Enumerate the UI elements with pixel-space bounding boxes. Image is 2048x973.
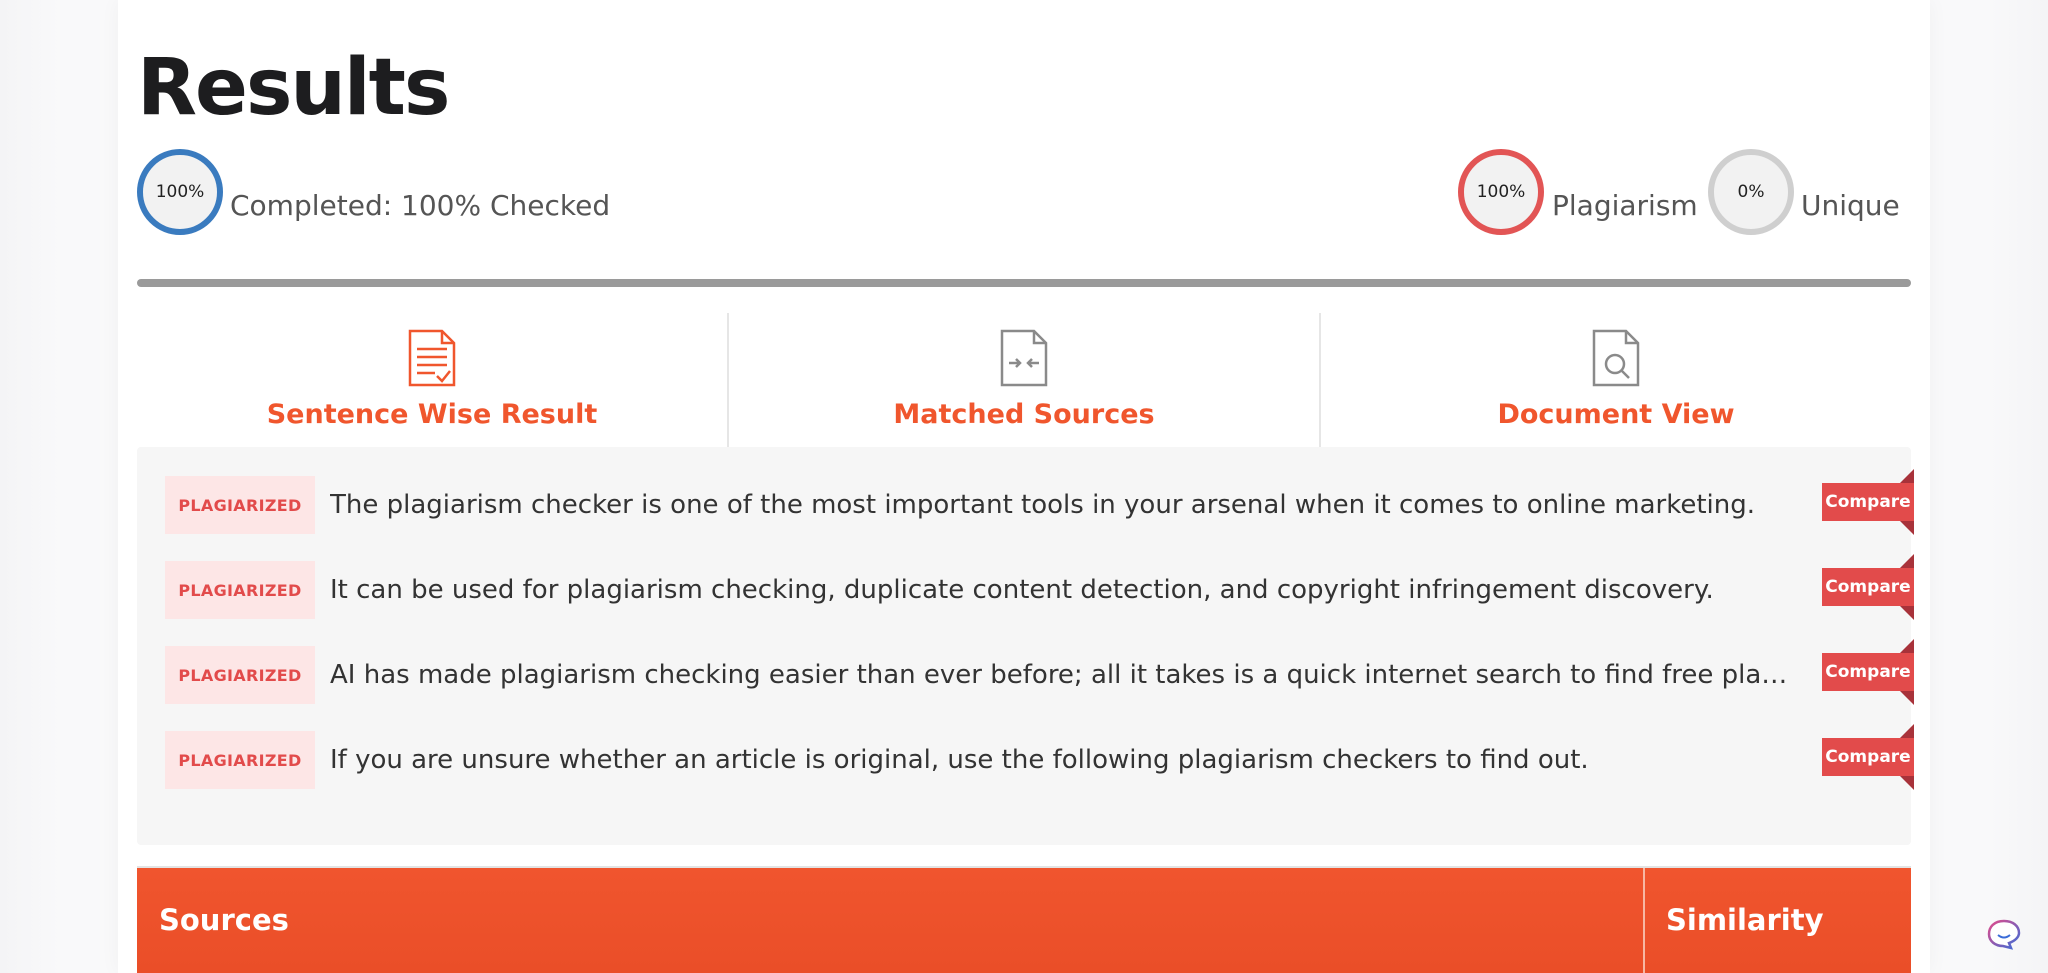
unique-label: Unique <box>1801 189 1900 222</box>
sentence-results-panel: PLAGIARIZED The plagiarism checker is on… <box>137 447 1914 845</box>
tab-label: Sentence Wise Result <box>266 399 598 430</box>
completed-ring: 100% <box>137 149 223 235</box>
result-sentence: AI has made plagiarism checking easier t… <box>330 660 1788 690</box>
completed-label: Completed: 100% Checked <box>230 189 611 222</box>
document-compare-icon <box>1000 329 1048 387</box>
plagiarized-badge: PLAGIARIZED <box>165 561 315 619</box>
compare-button[interactable]: Compare <box>1822 469 1914 535</box>
plagiarized-badge: PLAGIARIZED <box>165 646 315 704</box>
compare-button[interactable]: Compare <box>1822 724 1914 790</box>
result-sentence: If you are unsure whether an article is … <box>330 745 1589 775</box>
result-sentence: The plagiarism checker is one of the mos… <box>330 490 1756 520</box>
column-header-sources[interactable]: Sources <box>159 868 289 973</box>
progress-bar <box>137 279 1911 287</box>
result-row: PLAGIARIZED If you are unsure whether an… <box>137 724 1914 790</box>
result-tabs: Sentence Wise Result Matched Sources Doc… <box>137 313 1911 447</box>
document-search-icon <box>1592 329 1640 387</box>
tab-matched-sources[interactable]: Matched Sources <box>727 313 1319 447</box>
compare-button[interactable]: Compare <box>1822 554 1914 620</box>
tab-document-view[interactable]: Document View <box>1319 313 1911 447</box>
tab-label: Matched Sources <box>893 399 1155 430</box>
page-title: Results <box>137 43 450 133</box>
result-row: PLAGIARIZED It can be used for plagiaris… <box>137 554 1914 620</box>
tab-sentence-wise-result[interactable]: Sentence Wise Result <box>137 313 727 447</box>
tab-label: Document View <box>1497 399 1735 430</box>
compare-button[interactable]: Compare <box>1822 639 1914 705</box>
plagiarized-badge: PLAGIARIZED <box>165 476 315 534</box>
unique-ring: 0% <box>1708 149 1794 235</box>
column-header-similarity[interactable]: Similarity <box>1666 868 1824 973</box>
sources-table-header: Sources Similarity <box>137 866 1911 973</box>
chat-assistant-icon[interactable] <box>1986 918 2022 950</box>
document-check-icon <box>408 329 456 387</box>
plagiarism-label: Plagiarism <box>1552 189 1698 222</box>
plagiarized-badge: PLAGIARIZED <box>165 731 315 789</box>
result-row: PLAGIARIZED The plagiarism checker is on… <box>137 469 1914 535</box>
plagiarism-ring: 100% <box>1458 149 1544 235</box>
column-divider <box>1643 868 1645 973</box>
result-sentence: It can be used for plagiarism checking, … <box>330 575 1714 605</box>
result-row: PLAGIARIZED AI has made plagiarism check… <box>137 639 1914 705</box>
